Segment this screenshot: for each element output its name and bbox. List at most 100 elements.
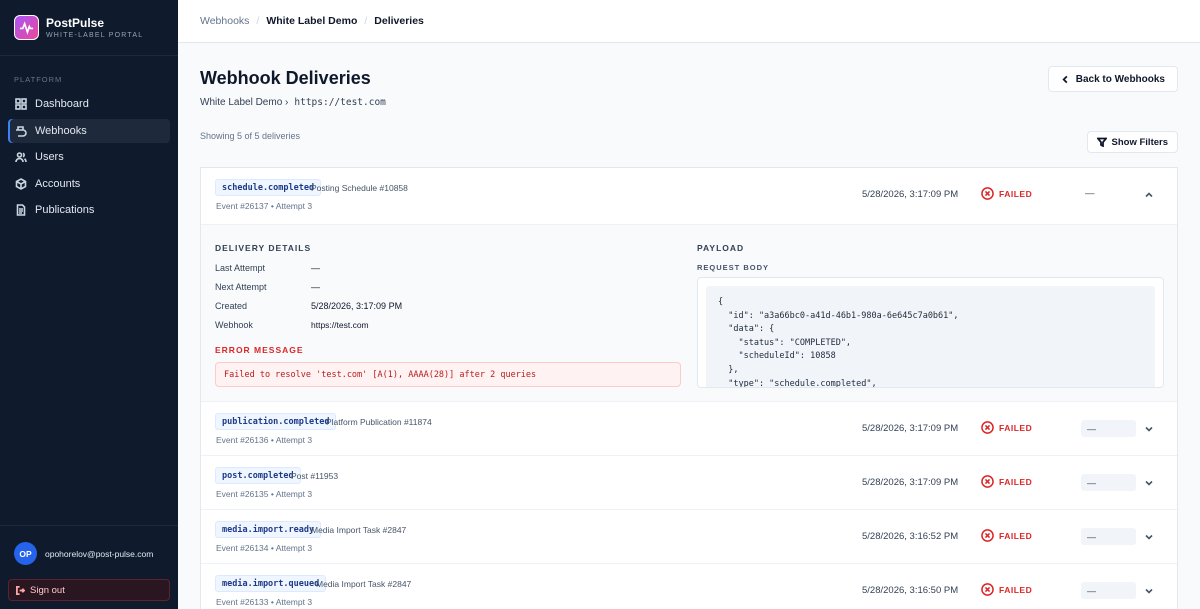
sign-out-label: Sign out bbox=[30, 584, 65, 596]
delivery-timestamp: 5/28/2026, 3:16:52 PM bbox=[862, 531, 959, 542]
user-email: opohorelov@post-pulse.com bbox=[45, 548, 154, 559]
sidebar-item-accounts[interactable]: Accounts bbox=[8, 172, 170, 196]
chevron-down-icon[interactable] bbox=[1144, 478, 1154, 488]
event-meta: Event #26136 • Attempt 3 bbox=[216, 435, 313, 445]
delivery-timestamp: 5/28/2026, 3:17:09 PM bbox=[862, 189, 959, 200]
event-source: Posting Schedule #10858 bbox=[311, 183, 408, 193]
deliveries-count: Showing 5 of 5 deliveries bbox=[200, 131, 301, 141]
sidebar-item-webhooks[interactable]: Webhooks bbox=[8, 118, 170, 143]
sidebar-item-users[interactable]: Users bbox=[8, 145, 170, 169]
response-code: — bbox=[1081, 474, 1136, 491]
status-label: FAILED bbox=[999, 584, 1033, 595]
webhook-subtitle: White Label Demo › https://test.com bbox=[200, 97, 386, 108]
table-row[interactable]: media.import.ready Media Import Task #28… bbox=[201, 509, 1177, 563]
show-filters-button[interactable]: Show Filters bbox=[1086, 131, 1178, 153]
response-code: — bbox=[1085, 188, 1095, 199]
table-row[interactable]: schedule.completed Posting Schedule #108… bbox=[201, 168, 1177, 224]
brand-subtitle: WHITE-LABEL PORTAL bbox=[46, 32, 144, 39]
avatar: OP bbox=[14, 542, 37, 565]
breadcrumb-separator: / bbox=[256, 15, 260, 27]
detail-label: Created bbox=[215, 301, 248, 311]
status-label: FAILED bbox=[999, 476, 1033, 487]
event-type-badge: publication.completed bbox=[215, 413, 337, 430]
chevron-down-icon[interactable] bbox=[1144, 532, 1154, 542]
request-body-container[interactable]: { "id": "a3a66bc0-a41d-46b1-980a-6e645c7… bbox=[697, 277, 1164, 388]
delivery-timestamp: 5/28/2026, 3:16:50 PM bbox=[862, 585, 959, 596]
response-code: — bbox=[1081, 582, 1136, 599]
nav-section-title: PLATFORM bbox=[14, 75, 63, 84]
x-circle-icon bbox=[981, 421, 994, 434]
status-label: FAILED bbox=[999, 422, 1033, 433]
filters-label: Show Filters bbox=[1111, 136, 1168, 148]
event-source: Post #11953 bbox=[291, 471, 339, 481]
breadcrumb-item-webhooks[interactable]: Webhooks bbox=[200, 15, 249, 27]
detail-value: https://test.com bbox=[311, 320, 369, 330]
status-badge: FAILED bbox=[981, 529, 1032, 542]
sidebar-item-label: Webhooks bbox=[35, 124, 87, 137]
back-to-webhooks-button[interactable]: Back to Webhooks bbox=[1047, 66, 1178, 92]
status-badge: FAILED bbox=[981, 187, 1032, 200]
chevron-up-icon[interactable] bbox=[1144, 190, 1154, 200]
webhook-icon bbox=[16, 125, 27, 137]
breadcrumb: Webhooks / White Label Demo / Deliveries bbox=[178, 0, 1200, 43]
sidebar-footer: OP opohorelov@post-pulse.com Sign out bbox=[0, 525, 178, 609]
detail-label: Next Attempt bbox=[215, 282, 267, 292]
sign-out-button[interactable]: Sign out bbox=[8, 579, 170, 601]
sidebar: PostPulse WHITE-LABEL PORTAL PLATFORM Da… bbox=[0, 0, 178, 609]
status-badge: FAILED bbox=[981, 421, 1032, 434]
delivery-timestamp: 5/28/2026, 3:17:09 PM bbox=[862, 477, 959, 488]
users-icon bbox=[15, 152, 27, 163]
response-code: — bbox=[1081, 420, 1136, 437]
deliveries-list: schedule.completed Posting Schedule #108… bbox=[200, 167, 1178, 609]
event-source: Media Import Task #2847 bbox=[316, 579, 412, 589]
detail-value: — bbox=[311, 263, 320, 273]
chevron-left-icon bbox=[1062, 75, 1068, 83]
status-label: FAILED bbox=[999, 188, 1033, 199]
event-type-badge: post.completed bbox=[215, 467, 301, 484]
event-meta: Event #26133 • Attempt 3 bbox=[216, 597, 313, 607]
sidebar-item-label: Publications bbox=[35, 204, 95, 216]
table-row[interactable]: publication.completed Platform Publicati… bbox=[201, 401, 1177, 455]
request-body-label: REQUEST BODY bbox=[697, 263, 770, 272]
status-badge: FAILED bbox=[981, 583, 1032, 596]
x-circle-icon bbox=[981, 583, 994, 596]
table-row[interactable]: post.completed Post #11953 Event #26135 … bbox=[201, 455, 1177, 509]
back-label: Back to Webhooks bbox=[1075, 73, 1165, 85]
detail-label: Webhook bbox=[215, 320, 253, 330]
brand[interactable]: PostPulse WHITE-LABEL PORTAL bbox=[0, 0, 178, 56]
payload-title: PAYLOAD bbox=[697, 243, 745, 253]
webhook-name: White Label Demo › bbox=[200, 97, 289, 108]
event-source: Platform Publication #11874 bbox=[326, 417, 432, 427]
main-content: Webhook Deliveries White Label Demo › ht… bbox=[178, 43, 1200, 609]
page-title: Webhook Deliveries bbox=[200, 68, 371, 88]
brand-name: PostPulse bbox=[46, 16, 105, 30]
sidebar-item-label: Dashboard bbox=[35, 98, 89, 110]
request-body-code[interactable]: { "id": "a3a66bc0-a41d-46b1-980a-6e645c7… bbox=[706, 286, 1155, 387]
event-source: Media Import Task #2847 bbox=[311, 525, 407, 535]
sidebar-item-publications[interactable]: Publications bbox=[8, 198, 170, 222]
chevron-down-icon[interactable] bbox=[1144, 424, 1154, 434]
delivery-details-title: DELIVERY DETAILS bbox=[215, 243, 312, 253]
x-circle-icon bbox=[981, 475, 994, 488]
response-code: — bbox=[1081, 528, 1136, 545]
table-row[interactable]: media.import.queued Media Import Task #2… bbox=[201, 563, 1177, 609]
detail-value: 5/28/2026, 3:17:09 PM bbox=[311, 301, 403, 311]
chevron-down-icon[interactable] bbox=[1144, 586, 1154, 596]
event-meta: Event #26135 • Attempt 3 bbox=[216, 489, 313, 499]
event-meta: Event #26134 • Attempt 3 bbox=[216, 543, 313, 553]
sidebar-item-dashboard[interactable]: Dashboard bbox=[8, 92, 170, 116]
event-type-badge: schedule.completed bbox=[215, 179, 322, 196]
delivery-details-panel: DELIVERY DETAILS Last Attempt — Next Att… bbox=[201, 224, 1177, 401]
error-message-title: ERROR MESSAGE bbox=[215, 345, 304, 355]
detail-label: Last Attempt bbox=[215, 263, 266, 273]
sidebar-item-label: Accounts bbox=[35, 177, 81, 190]
event-meta: Event #26137 • Attempt 3 bbox=[216, 201, 313, 211]
user-profile[interactable]: OP opohorelov@post-pulse.com bbox=[8, 542, 170, 565]
breadcrumb-item-webhook[interactable]: White Label Demo bbox=[266, 15, 357, 27]
document-icon bbox=[16, 204, 26, 216]
pulse-logo-icon bbox=[14, 15, 39, 40]
grid-icon bbox=[15, 98, 27, 110]
status-badge: FAILED bbox=[981, 475, 1032, 488]
delivery-timestamp: 5/28/2026, 3:17:09 PM bbox=[862, 423, 959, 434]
sidebar-item-label: Users bbox=[35, 151, 64, 163]
